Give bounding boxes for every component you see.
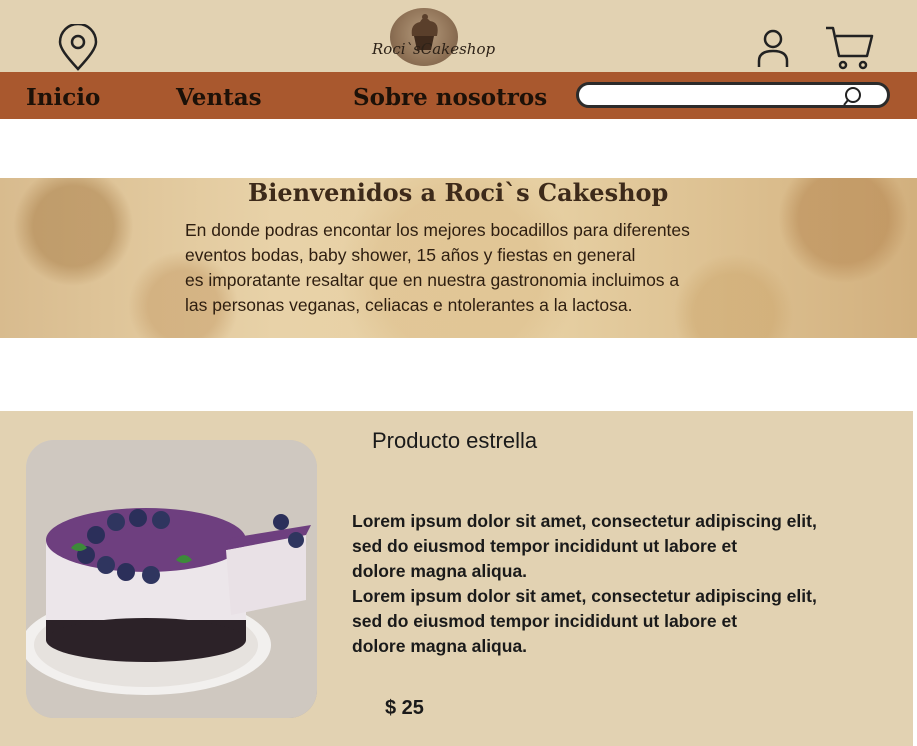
welcome-line: es imporatante resaltar que en nuestra g… xyxy=(185,270,680,290)
search-icon[interactable] xyxy=(843,86,865,112)
description-line: dolore magna aliqua. xyxy=(352,561,528,581)
user-icon[interactable] xyxy=(756,27,790,73)
search-bar[interactable] xyxy=(576,82,890,108)
welcome-line: En donde podras encontar los mejores boc… xyxy=(185,220,690,240)
featured-product-section: Producto estrella Lorem ipsum dolor sit … xyxy=(0,411,913,746)
description-line: sed do eiusmod tempor incididunt ut labo… xyxy=(352,536,738,556)
featured-description: Lorem ipsum dolor sit amet, consectetur … xyxy=(352,509,817,659)
welcome-banner: Bienvenidos a Roci`s Cakeshop En donde p… xyxy=(0,178,917,338)
welcome-line: las personas veganas, celiacas e ntolera… xyxy=(185,295,633,315)
description-line: sed do eiusmod tempor incididunt ut labo… xyxy=(352,611,738,631)
description-line: Lorem ipsum dolor sit amet, consectetur … xyxy=(352,586,817,606)
logo[interactable]: Roci`sCakeshop xyxy=(372,6,496,68)
header: Roci`sCakeshop xyxy=(0,0,917,72)
product-image[interactable] xyxy=(26,440,317,718)
search-input[interactable] xyxy=(589,87,833,105)
featured-title: Producto estrella xyxy=(372,428,538,453)
welcome-text: En donde podras encontar los mejores boc… xyxy=(185,218,785,318)
welcome-title: Bienvenidos a Roci`s Cakeshop xyxy=(248,178,669,207)
nav-item-ventas[interactable]: Ventas xyxy=(176,84,262,111)
cart-icon[interactable] xyxy=(824,24,876,76)
nav-item-sobre-nosotros[interactable]: Sobre nosotros xyxy=(353,84,547,111)
price-label: $ 25 xyxy=(385,697,424,719)
description-line: dolore magna aliqua. xyxy=(352,636,528,656)
description-line: Lorem ipsum dolor sit amet, consectetur … xyxy=(352,511,817,531)
logo-text: Roci`sCakeshop xyxy=(372,40,496,58)
location-pin-icon[interactable] xyxy=(58,22,98,76)
welcome-line: eventos bodas, baby shower, 15 años y fi… xyxy=(185,245,636,265)
nav-item-inicio[interactable]: Inicio xyxy=(26,84,100,111)
